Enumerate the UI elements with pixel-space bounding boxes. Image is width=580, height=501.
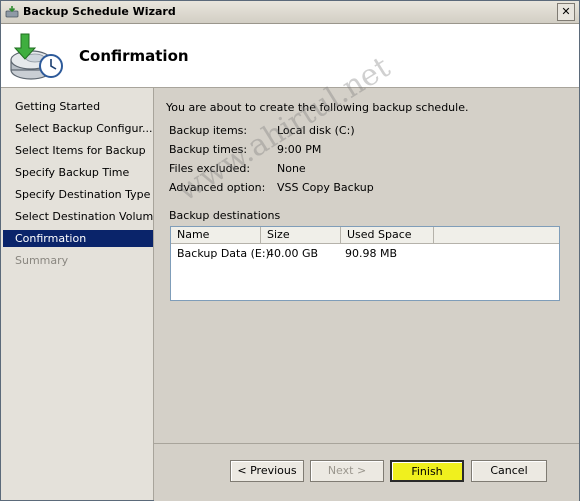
step-specify-backup-time[interactable]: Specify Backup Time	[3, 164, 153, 181]
title-bar[interactable]: Backup Schedule Wizard ✕	[1, 1, 579, 24]
finish-button[interactable]: Finish	[390, 460, 464, 482]
cell-name: Backup Data (E:)	[177, 247, 270, 260]
detail-label-backup-items: Backup items:	[169, 124, 248, 137]
detail-label-backup-times: Backup times:	[169, 143, 248, 156]
step-getting-started[interactable]: Getting Started	[3, 98, 153, 115]
next-button: Next >	[310, 460, 384, 482]
cancel-button[interactable]: Cancel	[471, 460, 547, 482]
detail-value-advanced-option: VSS Copy Backup	[277, 181, 374, 194]
wizard-window: Backup Schedule Wizard ✕ Confirmation Ge…	[0, 0, 580, 501]
backup-wizard-icon	[5, 6, 19, 18]
step-select-destination-volume[interactable]: Select Destination Volume	[3, 208, 153, 225]
detail-value-backup-items: Local disk (C:)	[277, 124, 355, 137]
close-button[interactable]: ✕	[557, 3, 575, 21]
list-header: Name Size Used Space	[171, 227, 559, 244]
detail-value-backup-times: 9:00 PM	[277, 143, 322, 156]
wizard-steps: Getting Started Select Backup Configur..…	[1, 88, 154, 500]
destinations-list[interactable]: Name Size Used Space Backup Data (E:) 40…	[170, 226, 560, 301]
backup-schedule-icon	[10, 33, 63, 80]
column-header-size[interactable]: Size	[261, 227, 341, 243]
step-summary: Summary	[15, 254, 69, 267]
detail-label-advanced-option: Advanced option:	[169, 181, 266, 194]
page-title: Confirmation	[79, 47, 189, 65]
detail-value-files-excluded: None	[277, 162, 306, 175]
wizard-header: Confirmation	[1, 24, 579, 88]
previous-button[interactable]: < Previous	[230, 460, 304, 482]
window-title: Backup Schedule Wizard	[23, 5, 176, 18]
detail-label-files-excluded: Files excluded:	[169, 162, 251, 175]
destinations-label: Backup destinations	[169, 209, 281, 222]
step-select-backup-configuration[interactable]: Select Backup Configur...	[3, 120, 153, 137]
step-specify-destination-type[interactable]: Specify Destination Type	[3, 186, 153, 203]
button-bar: < Previous Next > Finish Cancel	[154, 443, 579, 501]
step-confirmation[interactable]: Confirmation	[3, 230, 153, 247]
column-header-used-space[interactable]: Used Space	[341, 227, 434, 243]
step-select-items-for-backup[interactable]: Select Items for Backup	[3, 142, 153, 159]
confirmation-panel: You are about to create the following ba…	[154, 88, 579, 443]
column-header-name[interactable]: Name	[171, 227, 261, 243]
cell-used-space: 90.98 MB	[345, 247, 398, 260]
intro-text: You are about to create the following ba…	[166, 101, 469, 114]
cell-size: 40.00 GB	[267, 247, 319, 260]
